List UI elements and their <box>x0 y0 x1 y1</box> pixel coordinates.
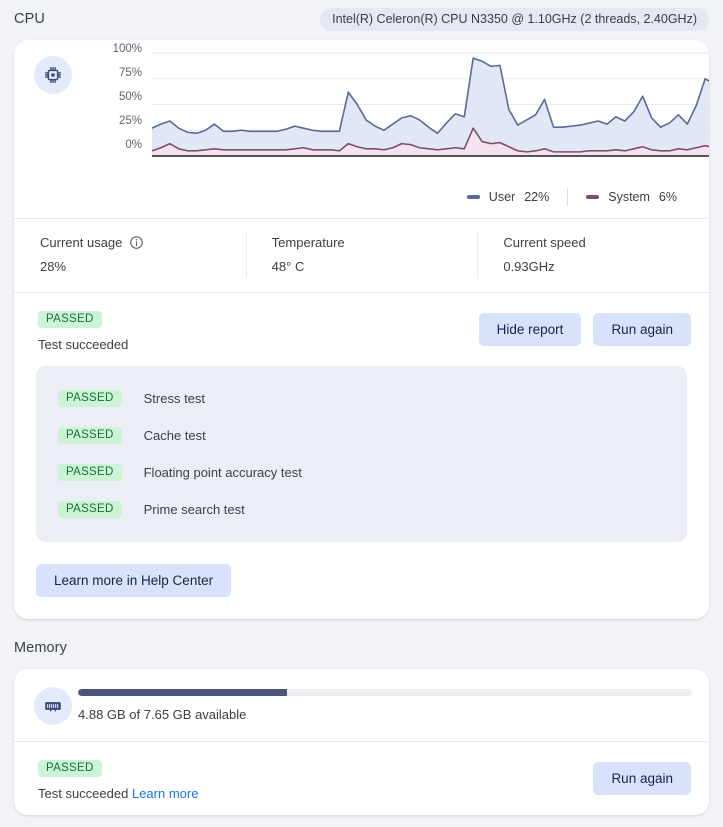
memory-status-text: Test succeeded Learn more <box>38 786 198 801</box>
stat-label-text: Current usage <box>40 235 123 250</box>
table-row: PASSED Stress test <box>36 380 687 417</box>
stat-label-current-speed: Current speed <box>503 235 709 250</box>
stat-label-text: Temperature <box>271 235 345 250</box>
cpu-chart-y-axis: 100% 75% 50% 25% 0% <box>98 40 142 156</box>
memory-status-label: Test succeeded <box>38 786 129 801</box>
memory-progress-fill <box>78 688 287 696</box>
table-row: PASSED Cache test <box>36 417 687 454</box>
info-icon[interactable] <box>129 235 144 250</box>
cpu-chart-block: 100% 75% 50% 25% 0% User 22% System 6% <box>14 40 709 218</box>
memory-section-header: Memory <box>0 633 723 663</box>
cpu-model-chip: Intel(R) Celeron(R) CPU N3350 @ 1.10GHz … <box>320 7 709 31</box>
memory-status-row: PASSED Test succeeded Learn more Run aga… <box>14 742 709 815</box>
test-name: Prime search test <box>143 502 245 517</box>
memory-usage-text: 4.88 GB of 7.65 GB available <box>78 706 247 722</box>
test-badge: PASSED <box>58 464 122 481</box>
y-tick-75: 75% <box>118 67 142 79</box>
y-tick-25: 25% <box>118 115 142 127</box>
test-badge: PASSED <box>58 390 122 407</box>
test-name: Floating point accuracy test <box>143 465 302 480</box>
test-badge: PASSED <box>58 427 122 444</box>
legend-label-user: User <box>488 190 516 204</box>
legend-value-user: 22% <box>524 190 550 204</box>
y-tick-0: 0% <box>125 139 142 151</box>
cpu-chart-legend: User 22% System 6% <box>449 188 695 206</box>
cpu-section-header: CPU Intel(R) Celeron(R) CPU N3350 @ 1.10… <box>0 4 723 34</box>
y-tick-100: 100% <box>112 43 142 55</box>
learn-more-help-center-button[interactable]: Learn more in Help Center <box>36 564 232 597</box>
cpu-report-panel: PASSED Stress test PASSED Cache test PAS… <box>36 366 687 542</box>
legend-dash-user <box>466 195 480 199</box>
legend-dash-system <box>586 195 600 199</box>
stat-value-temperature: 48° C <box>271 259 305 274</box>
cpu-stats-row: Current usage 28% Temperature 48° C Curr… <box>14 219 709 292</box>
cpu-run-again-button[interactable]: Run again <box>593 313 691 346</box>
test-badge: PASSED <box>58 501 122 518</box>
memory-section-title: Memory <box>14 640 67 656</box>
cpu-card: 100% 75% 50% 25% 0% User 22% System 6% C… <box>14 40 709 619</box>
memory-progress-bar <box>78 688 692 696</box>
memory-action-buttons: Run again <box>593 756 691 795</box>
memory-status-left: PASSED Test succeeded Learn more <box>38 756 198 801</box>
stat-current-speed: Current speed 0.93GHz <box>477 231 709 278</box>
legend-item-user: User 22% <box>449 190 567 204</box>
cpu-status-badge: PASSED <box>38 311 102 328</box>
stat-current-usage: Current usage 28% <box>14 235 246 274</box>
test-name: Stress test <box>143 391 206 406</box>
table-row: PASSED Floating point accuracy test <box>36 454 687 491</box>
stat-value-current-speed: 0.93GHz <box>503 259 555 274</box>
cpu-section-title: CPU <box>14 11 45 27</box>
cpu-status-left: PASSED Test succeeded <box>38 307 128 352</box>
memory-learn-more-link[interactable]: Learn more <box>132 786 198 801</box>
y-tick-50: 50% <box>118 91 142 103</box>
stat-value-current-usage: 28% <box>40 259 67 274</box>
cpu-chip-icon <box>34 56 72 94</box>
legend-item-system: System 6% <box>568 190 695 204</box>
test-name: Cache test <box>143 428 206 443</box>
hide-report-button[interactable]: Hide report <box>478 313 582 346</box>
cpu-action-buttons: Hide report Run again <box>478 307 691 346</box>
memory-run-again-button[interactable]: Run again <box>593 762 691 795</box>
memory-card: 4.88 GB of 7.65 GB available PASSED Test… <box>14 669 709 815</box>
memory-usage-block: 4.88 GB of 7.65 GB available <box>14 669 709 741</box>
memory-usage-right: 4.88 GB of 7.65 GB available <box>78 688 695 722</box>
stat-label-current-usage: Current usage <box>40 235 246 250</box>
legend-label-system: System <box>608 190 650 204</box>
ram-module-icon <box>34 687 72 725</box>
help-center-wrap: Learn more in Help Center <box>14 542 709 619</box>
legend-value-system: 6% <box>658 190 677 204</box>
cpu-status-text: Test succeeded <box>38 337 129 352</box>
stat-temperature: Temperature 48° C <box>245 231 478 278</box>
system-diagnostics-page: CPU Intel(R) Celeron(R) CPU N3350 @ 1.10… <box>0 4 723 827</box>
table-row: PASSED Prime search test <box>36 491 687 528</box>
cpu-status-row: PASSED Test succeeded Hide report Run ag… <box>14 293 709 366</box>
stat-label-temperature: Temperature <box>272 235 478 250</box>
cpu-usage-chart <box>152 52 709 157</box>
memory-status-badge: PASSED <box>38 760 102 777</box>
stat-label-text: Current speed <box>503 235 586 250</box>
